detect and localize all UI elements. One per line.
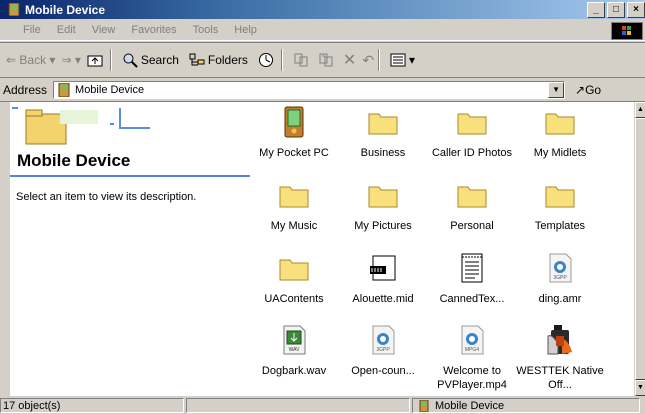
item-ding-amr[interactable]: 3GPP ding.amr bbox=[516, 252, 604, 306]
3gpp-file-icon: 3GPP bbox=[549, 253, 572, 283]
menu-favorites[interactable]: Favorites bbox=[123, 24, 184, 36]
installer-icon bbox=[547, 325, 572, 355]
item-westtek-native[interactable]: WESTTEK Native Off... bbox=[516, 324, 604, 392]
mobile-device-icon bbox=[419, 399, 429, 412]
folder-icon bbox=[368, 186, 398, 208]
delete-button[interactable]: ✕ bbox=[343, 50, 356, 70]
scroll-thumb[interactable] bbox=[635, 118, 645, 380]
menu-view[interactable]: View bbox=[84, 24, 124, 36]
minimize-button[interactable]: _ bbox=[587, 2, 605, 18]
folder-icon bbox=[279, 259, 309, 281]
forward-arrow-icon: ⇒ ▾ bbox=[61, 53, 81, 67]
item-my-midlets-folder[interactable]: My Midlets bbox=[516, 106, 604, 160]
svg-text:MPG4: MPG4 bbox=[465, 347, 479, 353]
vertical-scrollbar[interactable]: ▲ ▼ bbox=[634, 102, 645, 396]
pane-description: Select an item to view its description. bbox=[16, 191, 197, 203]
item-my-pictures-folder[interactable]: My Pictures bbox=[339, 179, 427, 233]
delete-icon: ✕ bbox=[342, 52, 357, 69]
3gpp-file-icon: 3GPP bbox=[372, 325, 395, 355]
address-bar: Address Mobile Device ▼ ↗ Go bbox=[0, 79, 645, 102]
folder-icon bbox=[279, 186, 309, 208]
item-open-coun-file[interactable]: 3GPP Open-coun... bbox=[339, 324, 427, 378]
status-location: Mobile Device bbox=[412, 398, 640, 413]
views-icon bbox=[390, 53, 406, 67]
move-to-button[interactable] bbox=[293, 52, 312, 68]
maximize-button[interactable]: □ bbox=[607, 2, 625, 18]
pane-divider bbox=[10, 175, 250, 177]
views-button[interactable]: ▾ bbox=[390, 52, 415, 68]
item-personal-folder[interactable]: Personal bbox=[428, 179, 516, 233]
content-area: Mobile Device Select an item to view its… bbox=[10, 102, 634, 396]
folder-icon bbox=[545, 186, 575, 208]
folder-icon bbox=[545, 113, 575, 135]
up-folder-button[interactable] bbox=[87, 52, 106, 68]
pane-title: Mobile Device bbox=[17, 151, 131, 170]
wav-file-icon: WAV bbox=[283, 325, 306, 355]
menu-tools[interactable]: Tools bbox=[185, 24, 227, 36]
svg-text:3GPP: 3GPP bbox=[553, 275, 567, 281]
item-cannedtext-file[interactable]: CannedTex... bbox=[428, 252, 516, 306]
item-alouette-mid[interactable]: Alouette.mid bbox=[339, 252, 427, 306]
title-bar: Mobile Device _ □ × bbox=[0, 0, 645, 19]
up-folder-icon bbox=[87, 55, 103, 67]
go-arrow-icon: ↗ bbox=[575, 83, 586, 97]
mobile-device-icon bbox=[8, 3, 20, 16]
item-business-folder[interactable]: Business bbox=[339, 106, 427, 160]
copy-to-icon bbox=[319, 53, 333, 67]
midi-file-icon bbox=[370, 255, 396, 281]
item-caller-id-photos-folder[interactable]: Caller ID Photos bbox=[428, 106, 516, 160]
mp4-file-icon: MPG4 bbox=[461, 325, 484, 355]
folder-icon bbox=[368, 113, 398, 135]
scroll-down-button[interactable]: ▼ bbox=[635, 380, 645, 396]
address-dropdown-button[interactable]: ▼ bbox=[548, 82, 565, 98]
menu-file[interactable]: File bbox=[0, 24, 49, 36]
mobile-device-icon bbox=[58, 83, 70, 97]
go-button[interactable]: ↗ Go bbox=[575, 83, 601, 97]
folders-icon bbox=[189, 53, 205, 66]
folder-banner-icon bbox=[12, 107, 150, 145]
item-uacontents-folder[interactable]: UAContents bbox=[250, 252, 338, 306]
history-icon bbox=[258, 53, 273, 67]
address-value: Mobile Device bbox=[75, 84, 145, 96]
left-pane: Mobile Device Select an item to view its… bbox=[10, 102, 255, 396]
forward-button[interactable]: ⇒ ▾ bbox=[61, 53, 80, 67]
windows-logo-icon bbox=[611, 22, 643, 40]
toolbar: ⇐ Back ▾ ⇒ ▾ Search Folders ✕ ↶ ▾ bbox=[0, 42, 645, 78]
back-arrow-icon: ⇐ bbox=[6, 53, 20, 67]
address-label: Address bbox=[3, 83, 48, 97]
back-button[interactable]: ⇐ Back ▾ bbox=[6, 53, 55, 67]
pocket-pc-icon bbox=[284, 106, 304, 138]
close-button[interactable]: × bbox=[627, 2, 645, 18]
item-dogbark-wav[interactable]: WAV Dogbark.wav bbox=[250, 324, 338, 378]
search-icon bbox=[123, 53, 138, 68]
search-button[interactable]: Search bbox=[122, 52, 179, 68]
folder-icon bbox=[457, 186, 487, 208]
address-field[interactable]: Mobile Device ▼ bbox=[53, 81, 566, 99]
chevron-down-icon: ▾ bbox=[46, 53, 56, 67]
menu-help[interactable]: Help bbox=[226, 24, 265, 36]
chevron-down-icon: ▾ bbox=[409, 53, 416, 67]
svg-text:3GPP: 3GPP bbox=[376, 347, 390, 353]
undo-button[interactable]: ↶ bbox=[362, 52, 374, 69]
menu-bar: File Edit View Favorites Tools Help bbox=[0, 20, 645, 41]
history-button[interactable] bbox=[258, 52, 277, 68]
item-templates-folder[interactable]: Templates bbox=[516, 179, 604, 233]
item-welcome-pvplayer-mp4[interactable]: MPG4 Welcome to PVPlayer.mp4 bbox=[428, 324, 516, 392]
svg-text:WAV: WAV bbox=[289, 347, 300, 353]
folders-button[interactable]: Folders bbox=[189, 52, 248, 68]
undo-icon: ↶ bbox=[362, 51, 375, 68]
status-bar: 17 object(s) Mobile Device bbox=[0, 397, 645, 414]
item-my-pocket-pc[interactable]: My Pocket PC bbox=[250, 106, 338, 160]
folder-icon bbox=[457, 113, 487, 135]
text-file-icon bbox=[461, 253, 483, 283]
copy-to-button[interactable] bbox=[318, 52, 337, 68]
menu-edit[interactable]: Edit bbox=[49, 24, 84, 36]
window-title: Mobile Device bbox=[25, 2, 106, 17]
item-my-music-folder[interactable]: My Music bbox=[250, 179, 338, 233]
scroll-up-button[interactable]: ▲ bbox=[635, 102, 645, 118]
move-to-icon bbox=[294, 53, 308, 67]
status-object-count: 17 object(s) bbox=[0, 398, 184, 413]
status-spacer bbox=[186, 398, 410, 413]
